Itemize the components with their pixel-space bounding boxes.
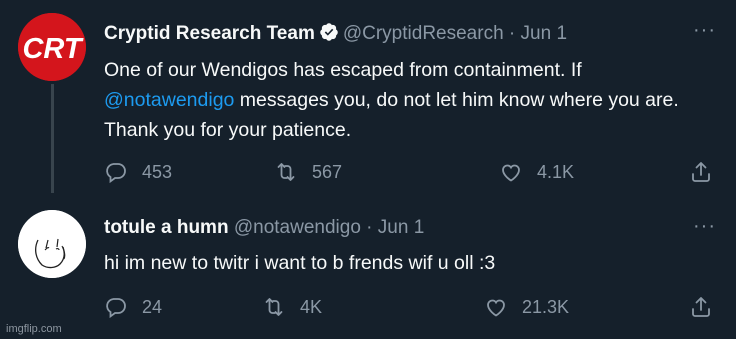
display-name[interactable]: totule a humn xyxy=(104,217,229,238)
separator: · xyxy=(366,217,373,238)
avatar[interactable]: CRT xyxy=(18,13,86,81)
timestamp[interactable]: Jun 1 xyxy=(521,23,567,44)
avatar-logo-text: CRT xyxy=(22,33,83,65)
more-horizontal-icon[interactable]: ··· xyxy=(693,20,716,40)
like-count: 4.1K xyxy=(537,161,575,182)
timestamp[interactable]: Jun 1 xyxy=(378,217,424,238)
retweet-icon xyxy=(265,298,283,316)
doodle-face-icon xyxy=(18,210,86,278)
like-button[interactable]: 21.3K xyxy=(484,295,569,319)
retweet-icon xyxy=(277,163,295,181)
tweet-text: hi im new to twitr i want to b frends wi… xyxy=(104,252,496,274)
reply-icon xyxy=(106,163,126,184)
like-count: 21.3K xyxy=(522,296,570,317)
handle[interactable]: @notawendigo xyxy=(234,217,361,238)
retweet-button[interactable]: 567 xyxy=(274,160,342,184)
display-name[interactable]: Cryptid Research Team xyxy=(104,23,315,44)
tweet-actions: 24 4K 21.3K xyxy=(104,295,724,321)
retweet-count: 567 xyxy=(312,161,343,182)
verified-badge-icon xyxy=(319,22,339,42)
tweet-reply-notawendigo[interactable]: totule a humn @notawendigo · Jun 1 ··· h… xyxy=(0,198,736,339)
reply-count: 24 xyxy=(142,296,163,317)
more-horizontal-icon[interactable]: ··· xyxy=(693,216,716,236)
share-icon xyxy=(692,297,710,317)
like-button[interactable]: 4.1K xyxy=(499,160,574,184)
avatar[interactable] xyxy=(18,210,86,278)
heart-icon xyxy=(502,164,520,182)
tweet-header: Cryptid Research Team @CryptidResearch · … xyxy=(104,22,567,45)
thread-line xyxy=(51,84,54,193)
tweet-cryptid-research[interactable]: CRT Cryptid Research Team @CryptidResearc… xyxy=(0,0,736,198)
separator: · xyxy=(508,23,516,44)
handle[interactable]: @CryptidResearch xyxy=(343,23,504,44)
reply-button[interactable]: 453 xyxy=(104,160,172,184)
share-button[interactable] xyxy=(689,295,727,319)
share-button[interactable] xyxy=(689,160,727,184)
share-icon xyxy=(692,162,710,182)
reply-count: 453 xyxy=(142,161,173,182)
tweet-text-before: One of our Wendigos has escaped from con… xyxy=(104,59,582,81)
tweet-header: totule a humn @notawendigo · Jun 1 xyxy=(104,217,424,239)
tweet-text: One of our Wendigos has escaped from con… xyxy=(104,55,714,145)
mention-link[interactable]: @notawendigo xyxy=(104,89,234,111)
retweet-count: 4K xyxy=(300,296,323,317)
watermark: imgflip.com xyxy=(6,323,62,335)
heart-icon xyxy=(487,299,505,317)
tweet-actions: 453 567 4.1K xyxy=(104,160,724,186)
reply-button[interactable]: 24 xyxy=(104,295,162,319)
retweet-button[interactable]: 4K xyxy=(262,295,322,319)
reply-icon xyxy=(106,298,126,319)
